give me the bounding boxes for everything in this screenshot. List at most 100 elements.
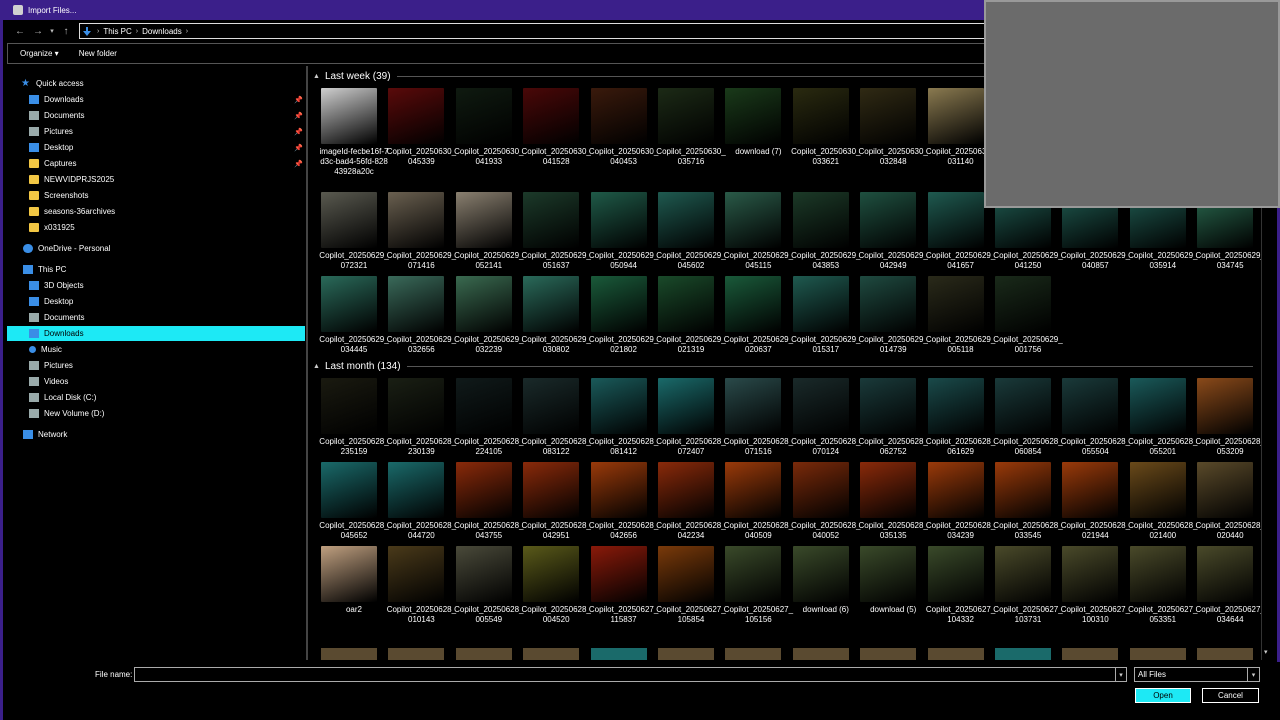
file-tile[interactable]: Copilot_20250627_100310 [1052,546,1130,646]
file-name-dropdown-icon[interactable]: ▾ [1115,667,1127,682]
file-thumbnail [860,378,917,434]
file-name-label: File name: [95,670,133,679]
breadcrumb-chevron-icon[interactable]: › [97,28,99,35]
sidebar-item-documents[interactable]: Documents [7,310,305,325]
sidebar-item-videos[interactable]: Videos [7,374,305,389]
address-bar[interactable]: › This PC › Downloads › [79,23,985,39]
breadcrumb-downloads[interactable]: Downloads [142,27,182,36]
file-name-input[interactable] [134,667,1116,682]
file-tile[interactable]: Copilot_20250628_004520 [513,546,591,646]
sidebar-item-quick-access[interactable]: ★ Quick access [7,76,305,91]
new-folder-button[interactable]: New folder [79,49,117,58]
sidebar-item-pictures[interactable]: Pictures 📌 [7,124,305,139]
app-icon [13,5,23,15]
file-tile[interactable]: download (5) [850,546,916,646]
file-tile[interactable]: Copilot_20250627_053351 [1120,546,1198,646]
file-thumbnail [792,546,849,602]
sidebar-item-seasons-36archives[interactable]: seasons-36archives [7,204,305,219]
file-thumbnail[interactable] [388,648,445,660]
scroll-down-icon[interactable]: ▾ [1264,648,1268,656]
sidebar-item-x031925[interactable]: x031925 [7,220,305,235]
open-button[interactable]: Open [1135,688,1191,703]
sidebar-item-desktop[interactable]: Desktop 📌 [7,140,305,155]
file-tile[interactable]: Copilot_20250627_105854 [648,546,726,646]
file-thumbnail[interactable] [1062,648,1119,660]
sidebar-item-pictures[interactable]: Pictures [7,358,305,373]
sidebar-item-downloads[interactable]: Downloads 📌 [7,92,305,107]
sidebar-item-newvidprjs2025[interactable]: NEWVIDPRJS2025 [7,172,305,187]
file-tile[interactable]: Copilot_20250630_045339 [378,88,456,188]
file-tile[interactable]: Copilot_20250629_015317 [783,276,861,376]
file-tile[interactable]: Copilot_20250629_020637 [715,276,793,376]
organize-button[interactable]: Organize ▾ [20,49,59,58]
file-tile[interactable]: download (6) [783,546,849,646]
file-type-select[interactable]: All Files ▾ [1134,667,1260,682]
file-tile[interactable]: Copilot_20250629_021319 [648,276,726,376]
file-thumbnail[interactable] [725,648,782,660]
file-tile[interactable]: Copilot_20250630_032848 [850,88,928,188]
file-tile[interactable]: Copilot_20250629_021802 [581,276,658,376]
breadcrumb-chevron-icon[interactable]: › [136,28,138,35]
back-arrow-icon[interactable]: ← [11,22,29,40]
file-tile[interactable]: Copilot_20250630_031140 [918,88,995,188]
breadcrumb-this-pc[interactable]: This PC [103,27,131,36]
file-tile[interactable]: Copilot_20250628_010143 [378,546,456,646]
file-tile[interactable]: Copilot_20250629_032656 [378,276,456,376]
file-thumbnail[interactable] [995,648,1051,660]
file-thumbnail [455,378,512,434]
file-tile[interactable]: Copilot_20250629_001756 [985,276,1063,376]
file-tile[interactable]: Copilot_20250629_014739 [850,276,928,376]
file-tile[interactable]: Copilot_20250627_103731 [985,546,1063,646]
chevron-down-icon[interactable]: ▾ [1247,668,1259,681]
recent-locations-chevron-icon[interactable]: ▾ [47,22,57,40]
file-tile[interactable]: Copilot_20250627_034644 [1187,546,1261,646]
pane-divider[interactable] [306,66,308,660]
sidebar-item-downloads[interactable]: Downloads [7,326,305,341]
sidebar-item-3d-objects[interactable]: 3D Objects [7,278,305,293]
file-thumbnail[interactable] [792,648,849,660]
file-thumbnail[interactable] [860,648,917,660]
file-thumbnail[interactable] [927,648,984,660]
file-thumbnail[interactable] [1197,648,1254,660]
cancel-button[interactable]: Cancel [1202,688,1259,703]
file-tile[interactable]: Copilot_20250627_104332 [918,546,995,646]
file-tile[interactable]: Copilot_20250630_035716 [648,88,726,188]
file-tile[interactable]: Copilot_20250627_115837 [581,546,658,646]
file-thumbnail[interactable] [523,648,580,660]
sidebar-item-local-disk-c-[interactable]: Local Disk (C:) [7,390,305,405]
sidebar-item-network[interactable]: Network [7,427,305,442]
file-tile[interactable]: Copilot_20250629_030802 [513,276,591,376]
file-tile[interactable]: oar2 [311,546,377,646]
sidebar-item-documents[interactable]: Documents 📌 [7,108,305,123]
file-tile[interactable]: Copilot_20250630_040453 [581,88,658,188]
sidebar-item-onedrive[interactable]: OneDrive - Personal [7,241,305,256]
file-thumbnail[interactable] [1129,648,1186,660]
forward-arrow-icon[interactable]: → [29,22,47,40]
file-tile[interactable]: Copilot_20250629_032239 [446,276,524,376]
sidebar-item-label: Documents [44,313,85,322]
file-thumbnail [725,378,782,434]
file-thumbnail[interactable] [321,648,377,660]
sidebar-item-this-pc[interactable]: This PC [7,262,305,277]
file-tile[interactable]: Copilot_20250630_041933 [446,88,524,188]
sidebar-item-music[interactable]: Music [7,342,305,357]
file-tile[interactable]: imageId-fecbe16f-7d3c-bad4-56fd-82843928… [311,88,388,188]
sidebar-item-captures[interactable]: Captures 📌 [7,156,305,171]
sidebar-item-screenshots[interactable]: Screenshots [7,188,305,203]
file-thumbnail[interactable] [658,648,714,660]
file-tile[interactable]: Copilot_20250628_005549 [446,546,524,646]
collapse-triangle-icon[interactable]: ▲ [313,73,320,80]
file-thumbnail [1129,378,1186,434]
file-tile[interactable]: Copilot_20250630_041528 [513,88,591,188]
file-thumbnail[interactable] [455,648,512,660]
sidebar-item-new-volume-d-[interactable]: New Volume (D:) [7,406,305,421]
file-tile[interactable]: Copilot_20250629_034445 [311,276,389,376]
file-tile[interactable]: Copilot_20250630_033621 [783,88,861,188]
file-tile[interactable]: download (7) [715,88,782,188]
file-tile[interactable]: Copilot_20250627_105156 [715,546,793,646]
sidebar-item-desktop[interactable]: Desktop [7,294,305,309]
file-tile[interactable]: Copilot_20250629_005118 [918,276,995,376]
up-arrow-icon[interactable]: ↑ [57,22,75,40]
breadcrumb-chevron-icon[interactable]: › [186,28,188,35]
file-thumbnail[interactable] [590,648,647,660]
